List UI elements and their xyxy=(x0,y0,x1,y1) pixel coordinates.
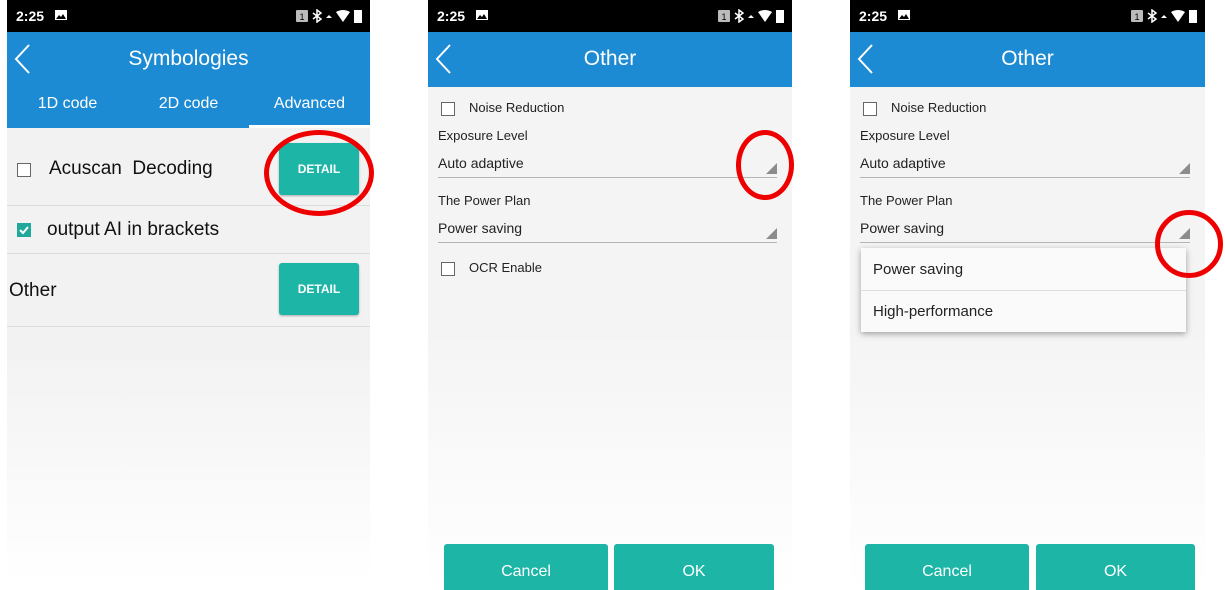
cancel-button[interactable]: Cancel xyxy=(444,544,608,590)
dropdown-triangle-icon xyxy=(766,228,777,239)
power-plan-value: Power saving xyxy=(860,220,945,236)
sim-label: 1 xyxy=(721,12,726,22)
battery-icon xyxy=(776,10,784,23)
tab-1d-code[interactable]: 1D code xyxy=(7,87,128,128)
status-time: 2:25 xyxy=(437,8,466,24)
status-time: 2:25 xyxy=(16,8,45,24)
status-bar: 2:25 1 xyxy=(428,0,792,32)
acuscan-label: Acuscan Decoding xyxy=(49,158,213,179)
status-bar: 2:25 1 xyxy=(7,0,370,32)
image-notification-icon xyxy=(55,10,67,20)
highlight-circle-detail-button xyxy=(264,130,374,216)
dropdown-triangle-icon xyxy=(1179,163,1190,174)
ocr-enable-label: OCR Enable xyxy=(469,260,542,275)
dropdown-option-label: High-performance xyxy=(873,303,994,320)
bluetooth-icon xyxy=(312,9,322,23)
data-arrows-icon xyxy=(748,15,754,18)
app-bar: Other xyxy=(850,32,1205,87)
status-time: 2:25 xyxy=(859,8,888,24)
noise-reduction-checkbox[interactable] xyxy=(863,102,877,116)
other-settings-dropdown-screen: 2:25 1 Other Noise Reduction Exposure Le… xyxy=(850,0,1205,590)
wifi-icon xyxy=(336,10,350,22)
power-plan-label: The Power Plan xyxy=(438,193,531,208)
acuscan-checkbox[interactable] xyxy=(17,163,31,177)
exposure-level-spinner[interactable]: Auto adaptive xyxy=(860,155,1190,178)
status-bar: 2:25 1 xyxy=(850,0,1205,32)
dropdown-option-label: Power saving xyxy=(873,261,964,278)
output-ai-checkbox[interactable] xyxy=(17,223,31,237)
output-ai-label: output AI in brackets xyxy=(47,219,220,240)
other-detail-button[interactable]: DETAIL xyxy=(279,263,359,315)
exposure-level-spinner[interactable]: Auto adaptive xyxy=(438,155,777,178)
power-plan-label: The Power Plan xyxy=(860,193,953,208)
page-title: Other xyxy=(583,47,637,70)
wifi-icon xyxy=(1171,10,1185,22)
check-icon xyxy=(19,226,29,235)
exposure-level-value: Auto adaptive xyxy=(860,155,946,171)
battery-icon xyxy=(1189,10,1197,23)
power-plan-spinner[interactable]: Power saving xyxy=(860,220,1190,243)
app-bar: Other xyxy=(428,32,792,87)
sim-label: 1 xyxy=(299,12,304,22)
tab-2d-code[interactable]: 2D code xyxy=(128,87,249,128)
sim-icon: 1 xyxy=(718,10,730,22)
page-title: Other xyxy=(1001,47,1054,70)
other-label: Other xyxy=(9,280,57,301)
noise-reduction-label: Noise Reduction xyxy=(469,100,565,115)
exposure-level-value: Auto adaptive xyxy=(438,155,524,171)
data-arrows-icon xyxy=(326,15,332,18)
app-bar: Symbologies xyxy=(7,32,370,87)
bluetooth-icon xyxy=(1147,9,1157,23)
ok-button[interactable]: OK xyxy=(614,544,774,590)
sim-icon: 1 xyxy=(296,10,308,22)
dropdown-option-power-saving[interactable]: Power saving xyxy=(861,248,1186,291)
data-arrows-icon xyxy=(1161,15,1167,18)
bluetooth-icon xyxy=(734,9,744,23)
dropdown-option-high-performance[interactable]: High-performance xyxy=(861,290,1186,332)
symbology-tabs: 1D code 2D code Advanced xyxy=(7,87,370,128)
sim-label: 1 xyxy=(1134,12,1139,22)
ocr-enable-checkbox[interactable] xyxy=(441,262,455,276)
battery-icon xyxy=(354,10,362,23)
page-title: Symbologies xyxy=(128,47,249,70)
power-plan-spinner[interactable]: Power saving xyxy=(438,220,777,243)
ok-button[interactable]: OK xyxy=(1036,544,1195,590)
power-plan-dropdown-menu: Power saving High-performance xyxy=(861,248,1186,332)
sim-icon: 1 xyxy=(1131,10,1143,22)
noise-reduction-checkbox[interactable] xyxy=(441,102,455,116)
exposure-level-label: Exposure Level xyxy=(860,128,950,143)
other-settings-screen: 2:25 1 Other Noise Reduction Exposure Le… xyxy=(428,0,792,590)
symbologies-screen: 2:25 1 Symbologies 1D code 2D code Advan… xyxy=(7,0,370,583)
cancel-button[interactable]: Cancel xyxy=(865,544,1029,590)
exposure-level-label: Exposure Level xyxy=(438,128,528,143)
wifi-icon xyxy=(758,10,772,22)
list-item-other: Other DETAIL xyxy=(7,254,370,327)
power-plan-value: Power saving xyxy=(438,220,523,236)
noise-reduction-label: Noise Reduction xyxy=(891,100,987,115)
highlight-circle-exposure-dropdown xyxy=(736,130,794,200)
tab-advanced[interactable]: Advanced xyxy=(249,87,370,128)
image-notification-icon xyxy=(476,10,488,20)
highlight-circle-power-plan-dropdown xyxy=(1155,210,1223,278)
image-notification-icon xyxy=(898,10,910,20)
